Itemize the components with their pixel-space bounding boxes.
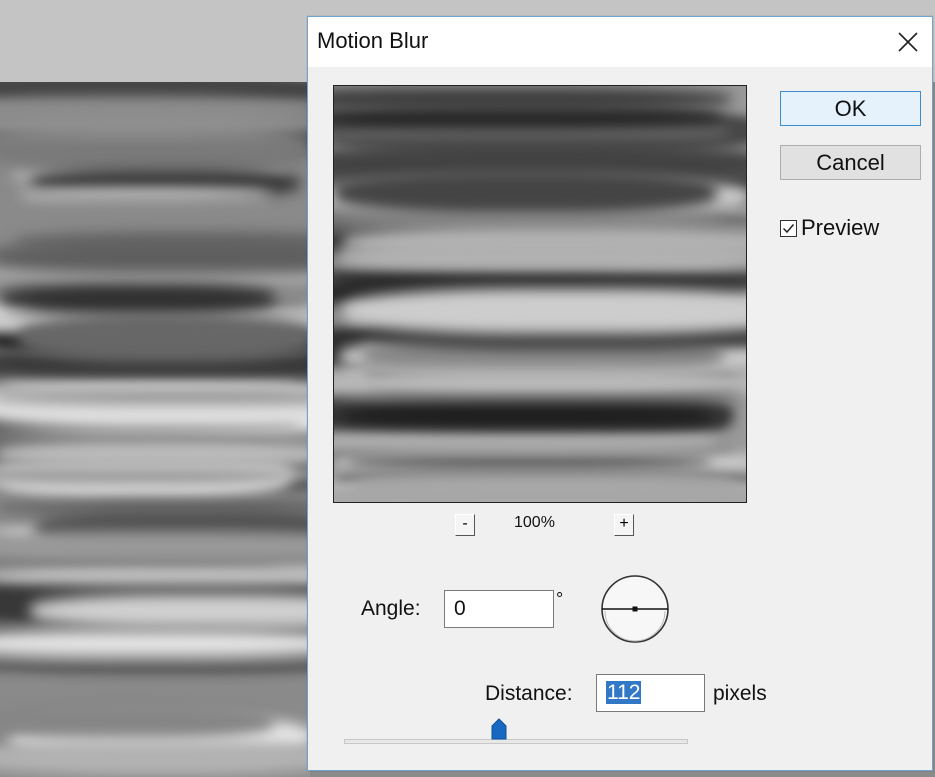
background-blur-texture bbox=[0, 82, 310, 777]
checkmark-icon bbox=[782, 223, 795, 233]
blur-band bbox=[0, 284, 275, 313]
filter-preview[interactable] bbox=[333, 85, 747, 503]
cancel-button[interactable]: Cancel bbox=[780, 145, 921, 180]
angle-input[interactable]: 0 bbox=[444, 590, 554, 628]
blur-band bbox=[20, 188, 271, 201]
dialog-title: Motion Blur bbox=[317, 28, 429, 53]
blur-band bbox=[338, 239, 746, 276]
zoom-in-button[interactable]: + bbox=[614, 514, 634, 536]
blur-band bbox=[334, 480, 746, 502]
blur-band bbox=[0, 499, 310, 515]
distance-unit: pixels bbox=[713, 682, 767, 705]
angle-label: Angle: bbox=[361, 597, 421, 620]
distance-value: 112 bbox=[606, 681, 642, 704]
blur-band bbox=[0, 438, 310, 471]
zoom-level: 100% bbox=[514, 514, 555, 531]
preview-label: Preview bbox=[801, 215, 880, 240]
blur-band bbox=[0, 629, 310, 658]
blur-band bbox=[334, 429, 718, 450]
blur-band bbox=[0, 531, 310, 562]
close-icon bbox=[898, 32, 918, 52]
blur-band bbox=[0, 740, 310, 776]
ok-button[interactable]: OK bbox=[780, 91, 921, 126]
angle-dial[interactable] bbox=[599, 573, 671, 645]
close-button[interactable] bbox=[884, 17, 932, 67]
blur-band bbox=[334, 86, 733, 111]
blur-band bbox=[29, 593, 310, 628]
blur-band bbox=[334, 170, 717, 215]
blur-band bbox=[0, 563, 310, 587]
distance-slider-thumb[interactable] bbox=[491, 718, 507, 740]
checkbox-box[interactable] bbox=[780, 219, 797, 237]
blur-band bbox=[341, 288, 746, 334]
blur-band bbox=[0, 240, 310, 273]
zoom-out-button[interactable]: - bbox=[455, 514, 475, 536]
preview-checkbox[interactable]: Preview bbox=[780, 215, 879, 241]
motion-blur-dialog: Motion Blur - 100% + OK Cancel Preview A… bbox=[307, 16, 933, 771]
preview-blur-texture bbox=[334, 86, 746, 502]
blur-band bbox=[0, 108, 310, 139]
blur-band bbox=[334, 368, 746, 398]
blur-band bbox=[17, 313, 310, 363]
degree-symbol: ° bbox=[556, 589, 564, 609]
distance-slider-track[interactable] bbox=[344, 739, 688, 744]
blur-band bbox=[0, 701, 274, 740]
blur-band bbox=[0, 390, 310, 403]
blur-band bbox=[343, 402, 712, 429]
blur-band bbox=[347, 452, 713, 471]
title-bar: Motion Blur bbox=[308, 17, 932, 67]
distance-input[interactable]: 112 bbox=[596, 674, 705, 712]
distance-label: Distance: bbox=[485, 682, 573, 705]
